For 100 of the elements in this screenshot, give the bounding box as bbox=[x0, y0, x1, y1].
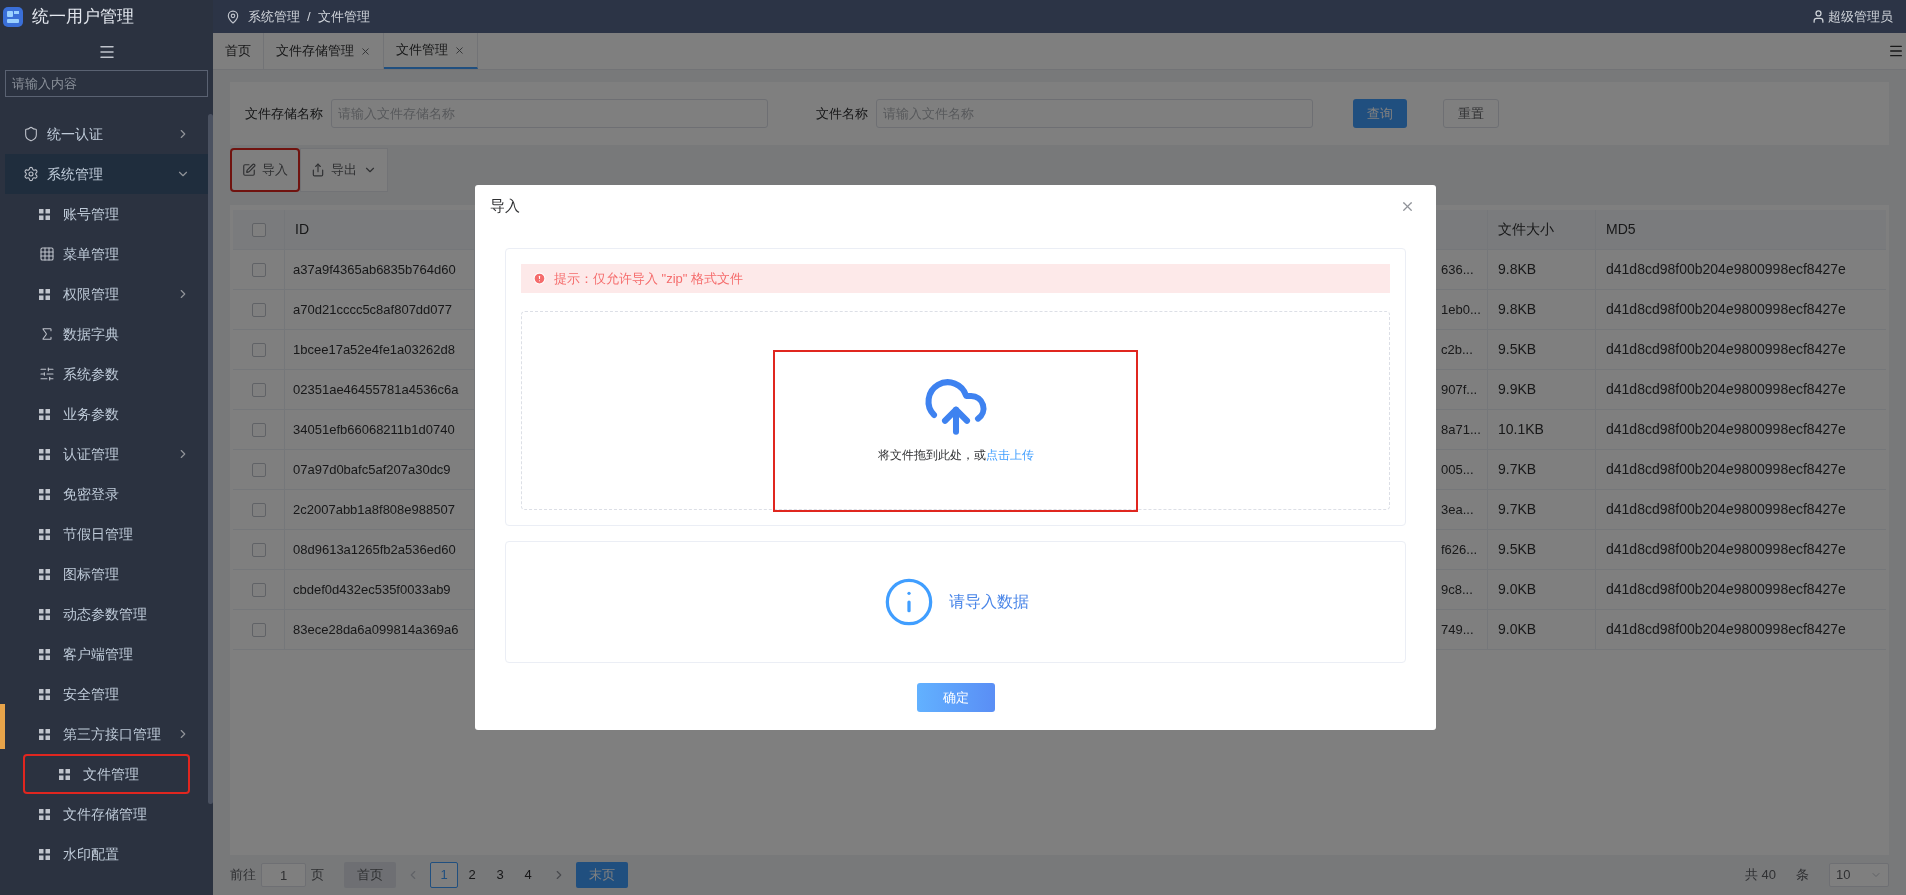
breadcrumb-item: / bbox=[307, 7, 311, 26]
sidebar-item[interactable]: 免密登录 bbox=[5, 474, 208, 514]
sidebar-item[interactable]: 统一认证 bbox=[5, 114, 208, 154]
sidebar-item[interactable]: 账号管理 bbox=[5, 194, 208, 234]
sidebar-item[interactable]: 业务参数 bbox=[5, 394, 208, 434]
table-cell-text: 1eb0... bbox=[1441, 300, 1481, 319]
page-size-label: 条 bbox=[1796, 866, 1809, 885]
sidebar-item[interactable]: 文件存储管理 bbox=[5, 794, 208, 834]
dialog-title: 导入 bbox=[490, 196, 520, 217]
row-checkbox[interactable] bbox=[251, 422, 266, 437]
table-cell-text: 907f... bbox=[1441, 380, 1478, 399]
goto-label: 前往 bbox=[230, 866, 256, 885]
row-checkbox[interactable] bbox=[251, 502, 266, 517]
parameter-icon bbox=[39, 366, 55, 382]
side-tab-handle[interactable] bbox=[0, 704, 5, 749]
search-field[interactable]: 请输入内容 bbox=[5, 70, 208, 97]
grid-icon bbox=[39, 648, 50, 660]
table-cell-text: 9.0KB bbox=[1498, 580, 1537, 599]
row-checkbox[interactable] bbox=[251, 622, 266, 637]
grid-icon bbox=[39, 848, 50, 860]
row-checkbox[interactable] bbox=[251, 542, 266, 557]
sidebar-item[interactable]: 系统参数 bbox=[5, 354, 208, 394]
table-cell-text: d41d8cd98f00b204e9800998ecf8427e bbox=[1606, 540, 1846, 559]
table-cell-text: d41d8cd98f00b204e9800998ecf8427e bbox=[1606, 460, 1846, 479]
table-cell-text: 1bcee17a52e4fe1a03262d8 bbox=[293, 340, 455, 359]
grid-icon bbox=[39, 448, 50, 460]
row-checkbox[interactable] bbox=[251, 382, 266, 397]
table-cell-text: cbdef0d432ec535f0033ab9 bbox=[293, 580, 451, 599]
page-number[interactable]: 3 bbox=[486, 862, 514, 888]
app-title: 统一用户管理 bbox=[32, 5, 134, 28]
table-cell-text: 9.5KB bbox=[1498, 340, 1537, 359]
table-cell-text: a70d21cccc5c8af807dd077 bbox=[293, 300, 453, 319]
table-cell-text: d41d8cd98f00b204e9800998ecf8427e bbox=[1606, 260, 1846, 279]
page-tab[interactable]: 文件存储管理 bbox=[264, 33, 384, 69]
grid-icon bbox=[39, 728, 50, 740]
row-checkbox[interactable] bbox=[251, 342, 266, 357]
sidebar-item[interactable]: 客户端管理 bbox=[5, 634, 208, 674]
table-cell-text: 3ea... bbox=[1441, 500, 1474, 519]
user-icon bbox=[1811, 9, 1826, 24]
table-cell-text: 83ece28da6a099814a369a6 bbox=[293, 620, 459, 639]
row-checkbox[interactable] bbox=[251, 302, 266, 317]
page-tab[interactable]: 首页 bbox=[213, 33, 264, 69]
column-header: MD5 bbox=[1606, 220, 1636, 239]
gear-icon bbox=[23, 166, 39, 182]
page-number[interactable]: 2 bbox=[458, 862, 486, 888]
sidebar-item[interactable]: 系统管理 bbox=[5, 154, 208, 194]
sidebar-item[interactable]: 图标管理 bbox=[5, 554, 208, 594]
menu-icon[interactable] bbox=[1888, 43, 1904, 59]
table-cell-text: 9.8KB bbox=[1498, 300, 1537, 319]
sidebar-item[interactable]: 动态参数管理 bbox=[5, 594, 208, 634]
table-cell-text: d41d8cd98f00b204e9800998ecf8427e bbox=[1606, 380, 1846, 399]
row-checkbox[interactable] bbox=[251, 462, 266, 477]
table-cell-text: 34051efb66068211b1d0740 bbox=[293, 420, 455, 439]
table-cell-text: 08d9613a1265fb2a536ed60 bbox=[293, 540, 456, 559]
drop-hint: 将文件拖到此处，或点击上传 bbox=[877, 447, 1034, 464]
close-icon[interactable] bbox=[454, 44, 465, 56]
user-name[interactable]: 超级管理员 bbox=[1828, 6, 1893, 27]
grid-icon bbox=[59, 768, 70, 780]
close-icon[interactable] bbox=[360, 45, 371, 57]
sidebar-item[interactable]: 水印配置 bbox=[5, 834, 208, 874]
page-number[interactable]: 4 bbox=[514, 862, 542, 888]
row-checkbox[interactable] bbox=[251, 262, 266, 277]
table-cell-text: 07a97d0bafc5af207a30dc9 bbox=[293, 460, 451, 479]
scrollbar[interactable] bbox=[208, 114, 213, 804]
close-icon[interactable] bbox=[1400, 199, 1415, 214]
table-cell-text: d41d8cd98f00b204e9800998ecf8427e bbox=[1606, 420, 1846, 439]
grid-icon bbox=[39, 568, 50, 580]
table-cell-text: 9.7KB bbox=[1498, 460, 1537, 479]
table-cell-text: d41d8cd98f00b204e9800998ecf8427e bbox=[1606, 620, 1846, 639]
grid-icon bbox=[39, 528, 50, 540]
row-checkbox[interactable] bbox=[251, 222, 266, 237]
sidebar-item[interactable]: 认证管理 bbox=[5, 434, 208, 474]
row-checkbox[interactable] bbox=[251, 582, 266, 597]
sidebar-item[interactable]: 数据字典 bbox=[5, 314, 208, 354]
table-cell-text: 10.1KB bbox=[1498, 420, 1544, 439]
sidebar-item[interactable]: 第三方接口管理 bbox=[5, 714, 208, 754]
sidebar-item[interactable]: 安全管理 bbox=[5, 674, 208, 714]
drop-zone[interactable]: 将文件拖到此处，或点击上传 bbox=[521, 311, 1390, 510]
table-cell-text: 2c2007abb1a8f808e988507 bbox=[293, 500, 455, 519]
grid-icon bbox=[39, 488, 50, 500]
sidebar-item[interactable]: 菜单管理 bbox=[5, 234, 208, 274]
table-cell-text: 749... bbox=[1441, 620, 1474, 639]
filter-label: 文件存储名称 bbox=[245, 104, 323, 123]
table-cell-text: 636... bbox=[1441, 260, 1474, 279]
table-cell-text: a37a9f4365ab6835b764d60 bbox=[293, 260, 456, 279]
sidebar-item[interactable]: 节假日管理 bbox=[5, 514, 208, 554]
location-icon bbox=[226, 9, 240, 24]
table-cell-text: 9.9KB bbox=[1498, 380, 1537, 399]
table-cell-text: c2b... bbox=[1441, 340, 1473, 359]
alert-icon bbox=[533, 272, 546, 285]
grid-icon bbox=[39, 688, 50, 700]
edit-icon bbox=[242, 163, 256, 177]
grid-icon bbox=[39, 288, 50, 300]
breadcrumb-item: 文件管理 bbox=[317, 7, 370, 26]
sidebar-item[interactable]: 文件管理 bbox=[23, 754, 190, 794]
share-icon bbox=[311, 163, 325, 177]
filter-label: 文件名称 bbox=[816, 104, 868, 123]
table-cell-text: 005... bbox=[1441, 460, 1474, 479]
sidebar-item[interactable]: 权限管理 bbox=[5, 274, 208, 314]
upload-trigger[interactable]: 将文件拖到此处，或点击上传 bbox=[773, 350, 1138, 512]
